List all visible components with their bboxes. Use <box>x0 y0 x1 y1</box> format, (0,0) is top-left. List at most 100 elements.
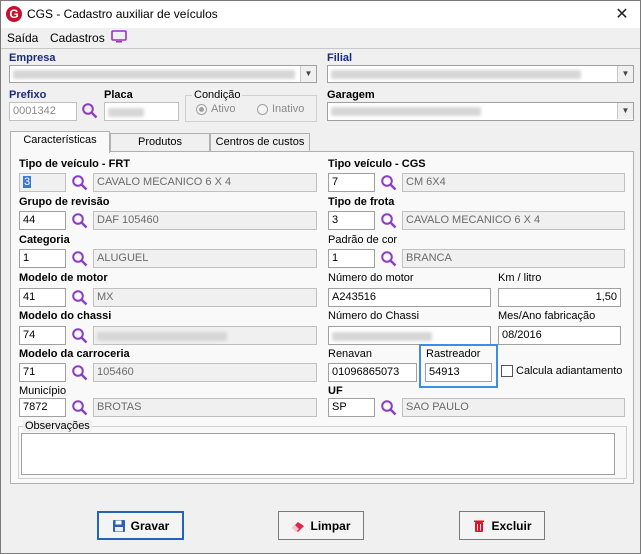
search-icon[interactable] <box>380 250 398 268</box>
garagem-select[interactable]: ▼ <box>327 102 634 121</box>
rastreador-label: Rastreador <box>426 348 481 360</box>
inativo-label: Inativo <box>272 103 305 115</box>
municipio-label: Município <box>19 385 67 397</box>
prefixo-label: Prefixo <box>9 89 47 101</box>
search-icon[interactable] <box>380 174 398 192</box>
placa-label: Placa <box>104 89 133 101</box>
gravar-button[interactable]: Gravar <box>97 511 184 540</box>
garagem-label: Garagem <box>327 89 375 101</box>
grupo-revisao-desc: DAF 105460 <box>93 211 317 230</box>
eraser-icon <box>292 521 305 532</box>
limpar-label: Limpar <box>310 518 351 533</box>
prefixo-input[interactable]: 0001342 <box>9 102 77 121</box>
calcula-adiantamento-label: Calcula adiantamento <box>516 365 623 377</box>
search-icon[interactable] <box>71 327 89 345</box>
chevron-down-icon[interactable]: ▼ <box>617 66 633 82</box>
floppy-icon <box>112 519 125 532</box>
numero-motor-label: Número do motor <box>328 272 414 284</box>
main-window: G CGS - Cadastro auxiliar de veículos ✕ … <box>0 0 641 554</box>
categoria-desc: ALUGUEL <box>93 249 317 268</box>
search-icon[interactable] <box>71 250 89 268</box>
uf-label: UF <box>328 385 343 397</box>
chevron-down-icon[interactable]: ▼ <box>300 66 316 82</box>
mes-ano-input[interactable]: 08/2016 <box>498 326 621 345</box>
modelo-chassi-code[interactable]: 74 <box>19 326 66 345</box>
km-litro-label: Km / litro <box>498 272 542 284</box>
categoria-label: Categoria <box>19 234 70 246</box>
search-icon[interactable] <box>71 289 89 307</box>
numero-chassi-input[interactable] <box>328 326 491 345</box>
modelo-chassi-label: Modelo do chassi <box>19 310 112 322</box>
search-icon[interactable] <box>71 399 89 417</box>
title-bar: G CGS - Cadastro auxiliar de veículos ✕ <box>1 1 640 28</box>
condicao-group: Condição Ativo Inativo <box>185 89 317 122</box>
tipo-veiculo-frt-code-value: 3 <box>23 176 32 188</box>
empresa-select[interactable]: ▼ <box>9 65 317 83</box>
municipio-desc: BROTAS <box>93 398 317 417</box>
calcula-adiantamento-checkbox[interactable] <box>501 365 513 377</box>
menu-bar: Saída Cadastros <box>1 28 640 48</box>
km-litro-input[interactable]: 1,50 <box>498 288 621 307</box>
padrao-cor-desc: BRANCA <box>402 249 625 268</box>
renavan-label: Renavan <box>328 348 373 360</box>
padrao-cor-label: Padrão de cor <box>328 234 398 246</box>
monitor-icon[interactable] <box>111 30 127 43</box>
ativo-radio[interactable] <box>196 104 207 115</box>
numero-chassi-label: Número do Chassi <box>328 310 420 322</box>
tipo-veiculo-cgs-desc: CM 6X4 <box>402 173 625 192</box>
inativo-radio[interactable] <box>257 104 268 115</box>
chevron-down-icon[interactable]: ▼ <box>617 103 633 119</box>
tipo-veiculo-frt-label: Tipo de veículo - FRT <box>19 158 131 170</box>
rastreador-input[interactable]: 54913 <box>425 363 492 382</box>
municipio-code[interactable]: 7872 <box>19 398 66 417</box>
uf-code[interactable]: SP <box>328 398 375 417</box>
tipo-frota-label: Tipo de frota <box>328 196 395 208</box>
search-icon[interactable] <box>71 212 89 230</box>
observacoes-label: Observações <box>23 420 92 432</box>
filial-label: Filial <box>327 52 353 64</box>
grupo-revisao-label: Grupo de revisão <box>19 196 110 208</box>
empresa-label: Empresa <box>9 52 56 64</box>
search-icon[interactable] <box>81 102 99 120</box>
search-icon[interactable] <box>71 174 89 192</box>
modelo-motor-code[interactable]: 41 <box>19 288 66 307</box>
tipo-frota-code[interactable]: 3 <box>328 211 375 230</box>
app-logo-icon: G <box>6 6 22 22</box>
tipo-veiculo-frt-desc: CAVALO MECANICO 6 X 4 <box>93 173 317 192</box>
window-title: CGS - Cadastro auxiliar de veículos <box>27 7 218 21</box>
filial-select[interactable]: ▼ <box>327 65 634 83</box>
trash-icon <box>474 520 485 532</box>
condicao-label: Condição <box>192 89 243 101</box>
tipo-frota-desc: CAVALO MECANICO 6 X 4 <box>402 211 625 230</box>
uf-desc: SAO PAULO <box>402 398 625 417</box>
search-icon[interactable] <box>71 364 89 382</box>
excluir-label: Excluir <box>491 518 532 533</box>
numero-motor-input[interactable]: A243516 <box>328 288 491 307</box>
modelo-motor-label: Modelo de motor <box>19 272 108 284</box>
categoria-code[interactable]: 1 <box>19 249 66 268</box>
close-icon[interactable]: ✕ <box>612 4 632 24</box>
modelo-carroceria-desc: 105460 <box>93 363 317 382</box>
padrao-cor-code[interactable]: 1 <box>328 249 375 268</box>
limpar-button[interactable]: Limpar <box>278 511 364 540</box>
search-icon[interactable] <box>380 212 398 230</box>
observacoes-textarea[interactable] <box>21 433 615 475</box>
gravar-label: Gravar <box>130 518 170 533</box>
grupo-revisao-code[interactable]: 44 <box>19 211 66 230</box>
search-icon[interactable] <box>380 399 398 417</box>
modelo-carroceria-label: Modelo da carroceria <box>19 348 130 360</box>
tipo-veiculo-cgs-label: Tipo veículo - CGS <box>328 158 426 170</box>
excluir-button[interactable]: Excluir <box>459 511 545 540</box>
modelo-carroceria-code[interactable]: 71 <box>19 363 66 382</box>
placa-input[interactable] <box>104 102 179 121</box>
tab-produtos[interactable]: Produtos <box>110 133 210 152</box>
menu-saida[interactable]: Saída <box>7 31 38 45</box>
menu-cadastros[interactable]: Cadastros <box>50 31 105 45</box>
modelo-motor-desc: MX <box>93 288 317 307</box>
tab-caracteristicas[interactable]: Características <box>10 131 110 153</box>
menu-separator <box>1 48 640 49</box>
renavan-input[interactable]: 01096865073 <box>328 363 417 382</box>
tipo-veiculo-cgs-code[interactable]: 7 <box>328 173 375 192</box>
tipo-veiculo-frt-code[interactable]: 3 <box>19 173 66 192</box>
tab-centros-custos[interactable]: Centros de custos <box>210 133 310 152</box>
